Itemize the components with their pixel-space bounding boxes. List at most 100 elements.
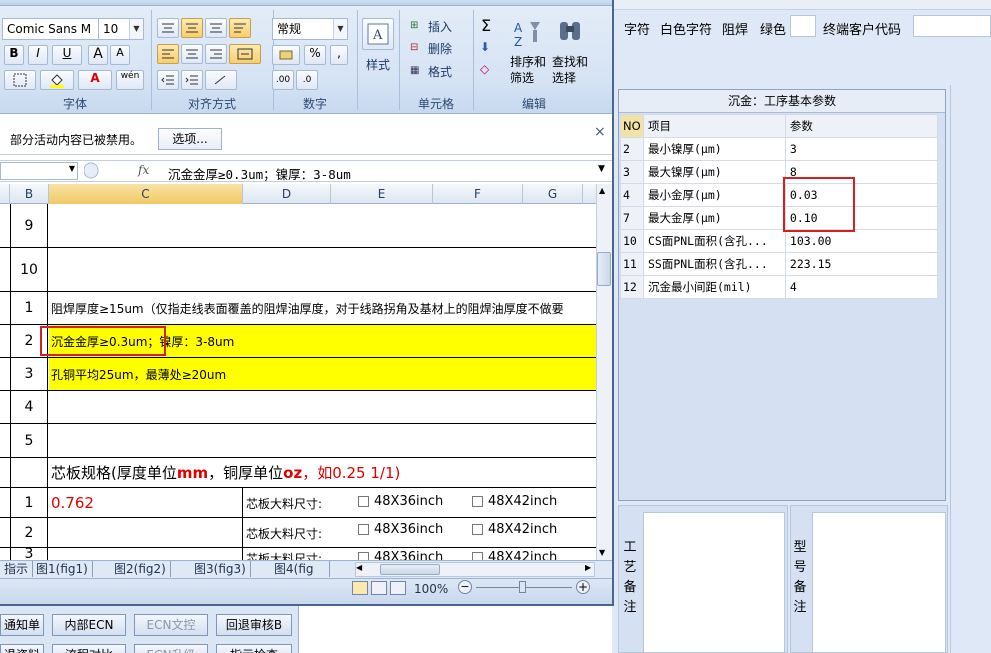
- decrease-indent-button[interactable]: [157, 70, 179, 90]
- ecn-upgrade-button[interactable]: ECN升级: [134, 644, 208, 653]
- customer-code-input[interactable]: [913, 15, 991, 37]
- checkbox[interactable]: [472, 552, 483, 560]
- formula-input[interactable]: 沉金金厚≥0.3um；镍厚：3-8um: [168, 164, 351, 183]
- align-bottom-button[interactable]: [205, 18, 227, 38]
- align-top-button[interactable]: [157, 18, 179, 38]
- align-left-button[interactable]: [157, 44, 179, 64]
- styles-label[interactable]: 样式: [366, 56, 390, 73]
- column-header-g[interactable]: G: [523, 184, 583, 204]
- vertical-scroll-thumb[interactable]: [597, 252, 611, 286]
- sheet-tab[interactable]: 图1(fig1): [32, 561, 93, 577]
- scroll-up-icon[interactable]: ▲: [599, 186, 605, 195]
- phonetic-button[interactable]: wén: [116, 70, 144, 90]
- insert-cells-button[interactable]: 插入: [428, 18, 452, 35]
- select-all-corner[interactable]: [0, 184, 10, 204]
- column-header-b[interactable]: B: [10, 184, 49, 204]
- wrap-text-button[interactable]: [229, 18, 251, 38]
- scroll-left-icon[interactable]: ◀: [356, 563, 362, 572]
- rollback-review-button[interactable]: 回退审核B: [216, 614, 292, 636]
- return-data-button[interactable]: 退资料: [0, 644, 44, 653]
- table-row[interactable]: 12 沉金最小间距(mil) 4: [620, 275, 939, 299]
- table-row[interactable]: 10 CS面PNL面积(含孔... 103.00: [620, 229, 939, 253]
- flow-compare-button[interactable]: 流程对比: [52, 644, 126, 653]
- page-break-view-icon[interactable]: [390, 581, 406, 595]
- increase-indent-button[interactable]: [181, 70, 203, 90]
- column-header-e[interactable]: E: [331, 184, 433, 204]
- merge-center-button[interactable]: [229, 44, 261, 64]
- orientation-button[interactable]: [205, 70, 237, 90]
- table-row[interactable]: 2 最小镍厚(μm) 3: [620, 137, 939, 161]
- row-param[interactable]: 3: [784, 137, 939, 161]
- cell[interactable]: [49, 391, 596, 423]
- chevron-down-icon[interactable]: ▼: [129, 19, 143, 39]
- align-right-button[interactable]: [205, 44, 227, 64]
- comma-button[interactable]: ,: [330, 45, 348, 65]
- delete-cells-button[interactable]: 删除: [428, 40, 452, 57]
- checkbox[interactable]: [472, 496, 483, 507]
- sheet-tab[interactable]: 图4(fig: [270, 561, 330, 577]
- fill-color-button[interactable]: [40, 70, 74, 90]
- grow-font-button[interactable]: A: [88, 45, 108, 65]
- increase-decimal-button[interactable]: .00: [272, 70, 294, 90]
- option-48x36[interactable]: 48X36inch: [358, 494, 443, 509]
- option-48x42[interactable]: 48X42inch: [472, 494, 557, 509]
- name-box[interactable]: ▼: [0, 162, 78, 180]
- zoom-out-icon[interactable]: −: [458, 580, 472, 594]
- page-layout-view-icon[interactable]: [371, 581, 387, 595]
- bold-button[interactable]: B: [4, 45, 24, 65]
- checkbox[interactable]: [472, 524, 483, 535]
- column-header-d[interactable]: D: [243, 184, 331, 204]
- table-row[interactable]: 4 最小金厚(μm) 0.03: [620, 183, 939, 207]
- column-header-f[interactable]: F: [433, 184, 523, 204]
- row-param[interactable]: 223.15: [784, 252, 939, 276]
- find-select-button[interactable]: 查找和 选择: [552, 54, 596, 86]
- core-thickness-cell[interactable]: [49, 548, 243, 560]
- instruction-check-button[interactable]: 指示检查: [216, 644, 292, 653]
- core-spec-cell[interactable]: 芯板规格(厚度单位 mm ，铜厚单位 oz ，如0.25 1/1): [49, 458, 596, 487]
- sheet-tab[interactable]: 指示: [0, 561, 34, 577]
- option-48x36[interactable]: 48X36inch: [358, 522, 443, 537]
- styles-button[interactable]: A: [362, 18, 394, 50]
- vertical-scrollbar[interactable]: [596, 184, 612, 560]
- cell[interactable]: [49, 424, 596, 457]
- cell[interactable]: [49, 248, 596, 291]
- option-48x42[interactable]: 48X42inch: [472, 522, 557, 537]
- table-row[interactable]: 3 最大镍厚(μm) 8: [620, 160, 939, 184]
- accounting-format-button[interactable]: [272, 45, 300, 65]
- cell[interactable]: 阻焊厚度≥15um（仅指走线表面覆盖的阻焊油厚度，对于线路拐角及基材上的阻焊油厚…: [49, 292, 596, 324]
- table-row[interactable]: 7 最大金厚(μm) 0.10: [620, 206, 939, 230]
- options-button[interactable]: 选项...: [158, 128, 222, 150]
- sort-filter-button[interactable]: 排序和 筛选: [510, 54, 550, 86]
- scroll-right-icon[interactable]: ▶: [585, 563, 591, 572]
- zoom-level[interactable]: 100%: [414, 582, 448, 596]
- align-center-button[interactable]: [181, 44, 203, 64]
- row-param[interactable]: 103.00: [784, 229, 939, 253]
- scroll-down-icon[interactable]: ▼: [599, 548, 605, 557]
- shrink-font-button[interactable]: A: [110, 45, 130, 65]
- font-size-combo[interactable]: 10 ▼: [98, 18, 144, 40]
- close-icon[interactable]: ×: [594, 124, 606, 140]
- decrease-decimal-button[interactable]: .0: [296, 70, 318, 90]
- checkbox[interactable]: [358, 496, 369, 507]
- chevron-down-icon[interactable]: ▼: [333, 19, 347, 39]
- ecn-doc-control-button[interactable]: ECN文控: [134, 614, 208, 636]
- italic-button[interactable]: I: [28, 45, 48, 65]
- internal-ecn-button[interactable]: 内部ECN: [52, 614, 126, 636]
- align-middle-button[interactable]: [181, 18, 203, 38]
- color-field[interactable]: [790, 15, 816, 37]
- horizontal-scroll-thumb[interactable]: [380, 564, 440, 575]
- clear-icon[interactable]: ◇: [480, 62, 489, 76]
- option-48x42[interactable]: 48X42inch: [472, 550, 557, 560]
- cell[interactable]: [49, 204, 596, 247]
- highlighted-cell[interactable]: 孔铜平均25um，最薄处≥20um: [49, 358, 596, 390]
- expand-formula-icon[interactable]: ▼: [598, 164, 605, 174]
- zoom-in-icon[interactable]: +: [576, 580, 590, 594]
- normal-view-icon[interactable]: [352, 581, 368, 595]
- table-row[interactable]: 11 SS面PNL面积(含孔... 223.15: [620, 252, 939, 276]
- row-param[interactable]: 4: [784, 275, 939, 299]
- checkbox[interactable]: [358, 552, 369, 560]
- percent-button[interactable]: %: [304, 45, 326, 65]
- autosum-button[interactable]: Σ: [481, 16, 491, 35]
- core-thickness-cell[interactable]: 0.762: [49, 488, 243, 517]
- core-thickness-cell[interactable]: [49, 518, 243, 547]
